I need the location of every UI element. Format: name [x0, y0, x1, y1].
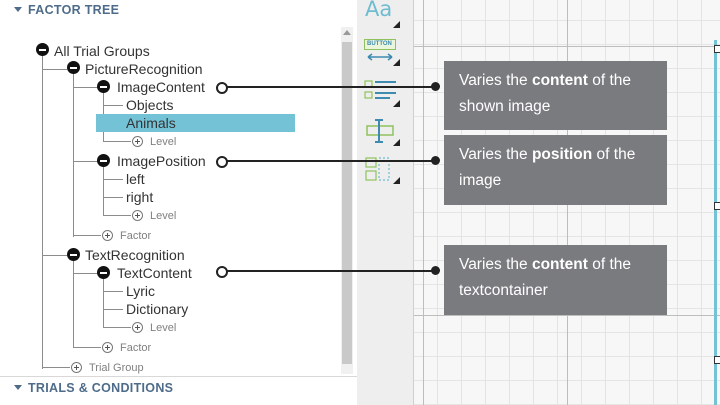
scrollbar-thumb[interactable]: [342, 42, 352, 364]
tree-leaf-dictionary[interactable]: Dictionary: [126, 301, 188, 317]
factor-tree-panel: FACTOR TREE All Trial Groups PictureReco…: [0, 0, 357, 405]
factor-tree-header[interactable]: FACTOR TREE: [0, 0, 357, 22]
tree-leaf-right[interactable]: right: [126, 189, 153, 205]
tree-line: [103, 166, 104, 216]
callout-image-position: Varies the position of the image: [444, 135, 667, 205]
connector-start-circle-icon: [216, 82, 228, 94]
add-factor-button[interactable]: Factor: [120, 230, 151, 242]
canvas-guide-line: [423, 0, 424, 405]
tree-line: [103, 278, 104, 328]
add-level-button[interactable]: Level: [150, 210, 176, 222]
add-level-button[interactable]: Level: [150, 136, 176, 148]
add-trial-group-plus-icon[interactable]: [71, 362, 82, 373]
text-tool[interactable]: Aa: [364, 0, 400, 28]
resize-arrows-icon: [367, 53, 393, 61]
tree-leaf-lyric[interactable]: Lyric: [126, 283, 155, 299]
resize-handle[interactable]: [714, 356, 720, 364]
add-trial-group-button[interactable]: Trial Group: [89, 362, 144, 374]
collapse-caret-icon[interactable]: [14, 7, 22, 12]
collapse-minus-icon[interactable]: [67, 248, 80, 261]
canvas-guide-line: [414, 46, 720, 47]
tree-leaf-animals[interactable]: Animals: [126, 115, 176, 131]
button-tool[interactable]: BUTTON: [364, 38, 400, 66]
collapse-minus-icon[interactable]: [97, 80, 110, 93]
connector-start-circle-icon: [216, 156, 228, 168]
toolbox-column: Aa BUTTON: [357, 0, 413, 405]
callout-text-content: Varies the content of the textcontainer: [444, 245, 667, 315]
add-factor-plus-icon[interactable]: [102, 230, 113, 241]
connector-start-circle-icon: [216, 266, 228, 278]
connector-line: [226, 160, 436, 162]
connector-end-dot-icon: [431, 266, 440, 275]
collapse-minus-icon[interactable]: [36, 43, 49, 56]
button-tool-icon: BUTTON: [364, 39, 396, 50]
tree-node-text-recognition[interactable]: TextRecognition: [85, 247, 185, 263]
list-tool[interactable]: [364, 79, 400, 107]
tree-node-text-content[interactable]: TextContent: [117, 265, 192, 281]
tree-leaf-objects[interactable]: Objects: [126, 97, 173, 113]
tree-node-picture-recognition[interactable]: PictureRecognition: [85, 61, 203, 77]
callout-image-content: Varies the content of the shown image: [444, 61, 667, 130]
tree-node-image-position[interactable]: ImagePosition: [117, 153, 206, 169]
tree-node-all-trial-groups[interactable]: All Trial Groups: [54, 43, 150, 59]
collapse-minus-icon[interactable]: [97, 154, 110, 167]
resize-handle[interactable]: [714, 45, 720, 53]
add-factor-button[interactable]: Factor: [120, 342, 151, 354]
trials-conditions-header[interactable]: TRIALS & CONDITIONS: [0, 376, 357, 399]
text-tool-icon: Aa: [365, 0, 393, 21]
connector-end-dot-icon: [431, 156, 440, 165]
tree-line: [42, 56, 43, 369]
canvas-guide-line: [414, 315, 720, 316]
collapse-minus-icon[interactable]: [97, 266, 110, 279]
add-level-plus-icon[interactable]: [132, 210, 143, 221]
connector-end-dot-icon: [431, 82, 440, 91]
input-tool[interactable]: [364, 118, 400, 146]
add-level-button[interactable]: Level: [150, 322, 176, 334]
tree-leaf-left[interactable]: left: [126, 171, 145, 187]
factor-tree-title: FACTOR TREE: [28, 3, 120, 17]
add-level-plus-icon[interactable]: [132, 136, 143, 147]
tree-line: [73, 74, 74, 237]
trials-conditions-title: TRIALS & CONDITIONS: [28, 381, 174, 395]
tree-node-image-content[interactable]: ImageContent: [117, 79, 205, 95]
collapse-caret-icon[interactable]: [14, 385, 22, 390]
resize-handle[interactable]: [714, 202, 720, 210]
selected-frame-edge[interactable]: [714, 40, 717, 405]
connector-line: [226, 270, 436, 272]
add-level-plus-icon[interactable]: [132, 322, 143, 333]
connector-line: [226, 86, 436, 88]
add-factor-plus-icon[interactable]: [102, 342, 113, 353]
scroll-up-arrow-icon[interactable]: [343, 30, 351, 35]
collapse-minus-icon[interactable]: [67, 61, 80, 74]
